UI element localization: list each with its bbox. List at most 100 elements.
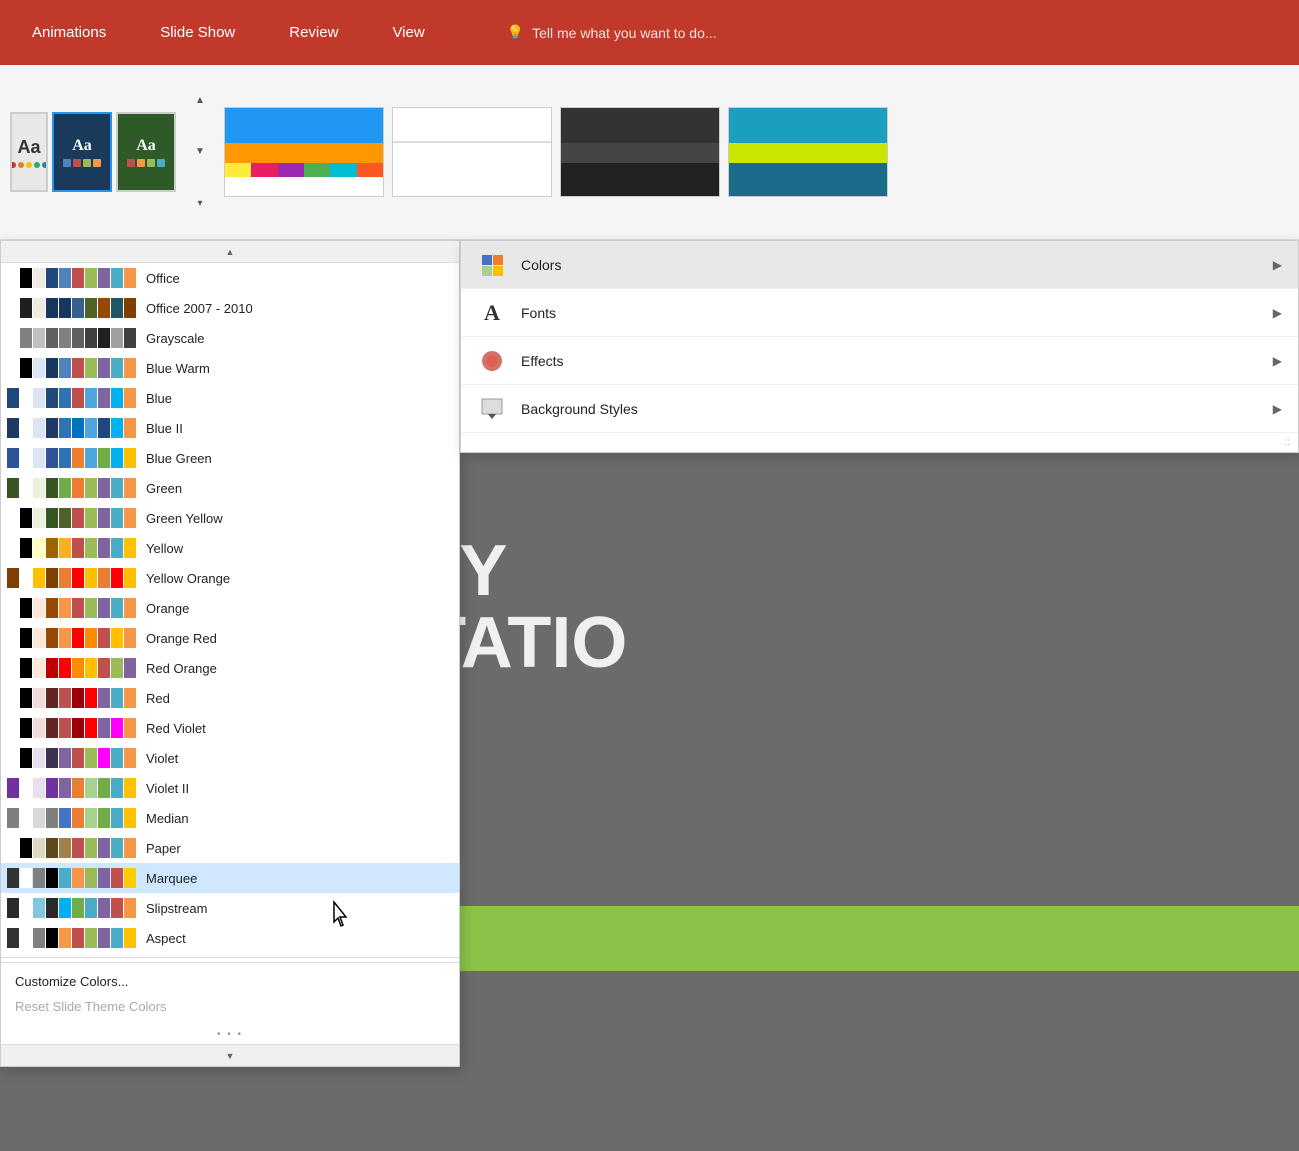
color-name-label: Blue II <box>146 421 183 436</box>
color-name-label: Median <box>146 811 189 826</box>
tab-view[interactable]: View <box>380 16 436 49</box>
color-item-violet[interactable]: Violet <box>1 743 459 773</box>
color-swatches-16 <box>7 748 136 768</box>
color-name-label: Violet II <box>146 781 189 796</box>
color-swatches-19 <box>7 838 136 858</box>
color-name-label: Paper <box>146 841 181 856</box>
bottom-actions: Customize Colors... Reset Slide Theme Co… <box>1 962 459 1025</box>
color-item-violet_ii[interactable]: Violet II <box>1 773 459 803</box>
theme-large-3[interactable] <box>560 107 720 197</box>
color-name-label: Blue Green <box>146 451 212 466</box>
panel-item-fonts[interactable]: A Fonts ▶ <box>461 289 1298 337</box>
color-item-marquee[interactable]: Marquee <box>1 863 459 893</box>
color-swatches-18 <box>7 808 136 828</box>
color-item-blue_ii[interactable]: Blue II <box>1 413 459 443</box>
color-item-aspect[interactable]: Aspect <box>1 923 459 953</box>
small-thumbnails: Aa Aa Aa <box>0 65 186 239</box>
fonts-icon: A <box>477 298 507 328</box>
color-item-median[interactable]: Median <box>1 803 459 833</box>
tab-review[interactable]: Review <box>277 16 350 49</box>
color-name-label: Grayscale <box>146 331 205 346</box>
colors-label: Colors <box>521 257 1273 273</box>
color-swatches-17 <box>7 778 136 798</box>
effects-label: Effects <box>521 353 1273 369</box>
color-item-blue_green[interactable]: Blue Green <box>1 443 459 473</box>
theme-large-1[interactable] <box>224 107 384 197</box>
panel-item-colors[interactable]: Colors ▶ <box>461 241 1298 289</box>
color-swatches-22 <box>7 928 136 948</box>
color-swatches-5 <box>7 418 136 438</box>
color-name-label: Office 2007 - 2010 <box>146 301 253 316</box>
color-name-label: Violet <box>146 751 178 766</box>
color-name-label: Green Yellow <box>146 511 223 526</box>
color-item-red_orange[interactable]: Red Orange <box>1 653 459 683</box>
color-name-label: Red Violet <box>146 721 206 736</box>
color-item-office[interactable]: Office <box>1 263 459 293</box>
color-name-label: Aspect <box>146 931 186 946</box>
color-name-label: Blue Warm <box>146 361 210 376</box>
color-item-green_yellow[interactable]: Green Yellow <box>1 503 459 533</box>
scroll-down-arrow[interactable]: ▼ <box>190 142 210 162</box>
scroll-up-button[interactable]: ▲ <box>1 241 459 263</box>
theme-large-4[interactable] <box>728 107 888 197</box>
colors-icon <box>477 250 507 280</box>
colors-arrow: ▶ <box>1273 258 1282 272</box>
color-item-grayscale[interactable]: Grayscale <box>1 323 459 353</box>
color-swatches-6 <box>7 448 136 468</box>
scroll-down-button[interactable]: ▼ <box>1 1044 459 1066</box>
panel-item-bg-styles[interactable]: Background Styles ▶ <box>461 385 1298 433</box>
scroll-up-arrow[interactable]: ▲ <box>190 91 210 111</box>
color-swatches-10 <box>7 568 136 588</box>
fonts-arrow: ▶ <box>1273 306 1282 320</box>
theme-large-2[interactable] <box>392 107 552 197</box>
theme-thumb-3[interactable]: Aa <box>116 112 176 192</box>
theme-thumb-current[interactable]: Aa <box>10 112 48 192</box>
bg-styles-arrow: ▶ <box>1273 402 1282 416</box>
color-item-orange_red[interactable]: Orange Red <box>1 623 459 653</box>
customize-colors-link[interactable]: Customize Colors... <box>11 969 449 994</box>
color-item-blue_warm[interactable]: Blue Warm <box>1 353 459 383</box>
divider <box>1 957 459 958</box>
bg-styles-icon <box>477 394 507 424</box>
search-lightbulb-icon: 💡 <box>507 24 524 41</box>
color-name-label: Office <box>146 271 180 286</box>
fonts-label: Fonts <box>521 305 1273 321</box>
tab-animations[interactable]: Animations <box>20 16 118 49</box>
color-swatches-4 <box>7 388 136 408</box>
color-item-red_violet[interactable]: Red Violet <box>1 713 459 743</box>
color-name-label: Slipstream <box>146 901 207 916</box>
search-bar[interactable]: 💡 Tell me what you want to do... <box>507 24 717 41</box>
color-swatches-12 <box>7 628 136 648</box>
tab-slideshow[interactable]: Slide Show <box>148 16 247 49</box>
color-item-slipstream[interactable]: Slipstream <box>1 893 459 923</box>
color-swatches-20 <box>7 868 136 888</box>
color-swatches-14 <box>7 688 136 708</box>
color-item-office_2007_-_2010[interactable]: Office 2007 - 2010 <box>1 293 459 323</box>
color-name-label: Yellow Orange <box>146 571 230 586</box>
color-item-paper[interactable]: Paper <box>1 833 459 863</box>
scroll-more-arrow[interactable]: ▾ <box>190 193 210 213</box>
color-swatches-0 <box>7 268 136 288</box>
color-item-yellow_orange[interactable]: Yellow Orange <box>1 563 459 593</box>
resize-handle: • • • <box>1 1025 459 1044</box>
color-swatches-15 <box>7 718 136 738</box>
color-swatches-1 <box>7 298 136 318</box>
color-item-red[interactable]: Red <box>1 683 459 713</box>
color-item-orange[interactable]: Orange <box>1 593 459 623</box>
color-swatches-11 <box>7 598 136 618</box>
color-item-yellow[interactable]: Yellow <box>1 533 459 563</box>
effects-icon <box>477 346 507 376</box>
theme-thumb-2[interactable]: Aa <box>52 112 112 192</box>
color-name-label: Red <box>146 691 170 706</box>
panel-item-effects[interactable]: Effects ▶ <box>461 337 1298 385</box>
color-item-green[interactable]: Green <box>1 473 459 503</box>
colors-dropdown: ▲ Office Office 2007 - 2010 Grayscale Blue … <box>0 240 460 1067</box>
color-name-label: Marquee <box>146 871 197 886</box>
color-name-label: Green <box>146 481 182 496</box>
ribbon-bar: Animations Slide Show Review View 💡 Tell… <box>0 0 1299 65</box>
color-item-blue[interactable]: Blue <box>1 383 459 413</box>
color-swatches-21 <box>7 898 136 918</box>
color-swatches-9 <box>7 538 136 558</box>
scroll-arrows-left: ▲ ▼ ▾ <box>186 65 214 239</box>
themes-row: Aa Aa Aa <box>0 65 1299 240</box>
